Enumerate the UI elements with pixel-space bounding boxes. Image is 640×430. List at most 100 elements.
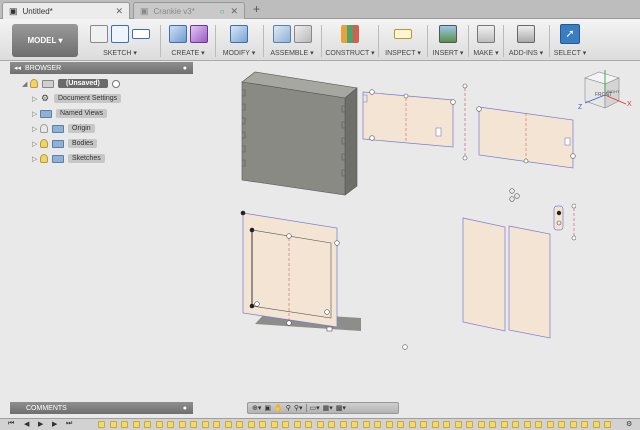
pin-icon[interactable]: ● — [183, 65, 187, 72]
box-icon[interactable] — [168, 25, 187, 43]
timeline-feature-icon[interactable] — [132, 421, 140, 428]
comments-panel-header[interactable]: COMMENTS ● — [10, 402, 193, 414]
timeline-feature-icon[interactable] — [121, 421, 128, 428]
timeline-feature-icon[interactable] — [305, 421, 312, 428]
timeline-end-icon[interactable]: ⏭ — [66, 420, 72, 428]
close-tab-icon[interactable]: ✕ — [115, 6, 123, 17]
timeline-feature-icon[interactable] — [546, 421, 554, 428]
zoom-icon[interactable]: ⚲ — [286, 404, 291, 412]
timeline-feature-icon[interactable] — [201, 421, 209, 428]
create-group[interactable]: CREATE ▾ — [163, 22, 213, 60]
timeline-feature-icon[interactable] — [224, 421, 232, 428]
timeline-feature-icon[interactable] — [167, 421, 174, 428]
timeline-start-icon[interactable]: ⏮ — [8, 420, 14, 428]
joint-icon[interactable] — [293, 25, 312, 43]
grid-settings-icon[interactable]: ▦▾ — [323, 404, 333, 412]
tree-item-named-views[interactable]: ▷ Named Views — [10, 106, 193, 121]
side-panel-top-right[interactable] — [476, 106, 576, 169]
offset-plane-icon[interactable] — [341, 25, 359, 43]
new-component-icon[interactable] — [272, 25, 291, 43]
assemble-group[interactable]: ASSEMBLE ▾ — [266, 22, 318, 60]
timeline-feature-icon[interactable] — [385, 421, 393, 428]
insert-image-icon[interactable] — [439, 25, 457, 43]
press-pull-icon[interactable] — [230, 25, 248, 43]
timeline-feature-icon[interactable] — [293, 421, 301, 428]
timeline-feature-icon[interactable] — [558, 421, 565, 428]
timeline-feature-icon[interactable] — [569, 421, 577, 428]
timeline-feature-icon[interactable] — [259, 421, 266, 428]
tree-item-document-settings[interactable]: ▷ ⚙ Document Settings — [10, 91, 193, 106]
visibility-bulb-icon[interactable] — [40, 124, 48, 133]
timeline-feature-icon[interactable] — [328, 421, 335, 428]
insert-group[interactable]: INSERT ▾ — [430, 22, 466, 60]
visibility-bulb-icon[interactable] — [40, 154, 48, 163]
timeline-feature-icon[interactable] — [213, 421, 220, 428]
timeline-feature-icon[interactable] — [581, 421, 588, 428]
tab-crankie[interactable]: ▣ Crankie v3* ○ ✕ — [133, 2, 245, 19]
fit-icon[interactable]: ⚲▾ — [294, 404, 303, 412]
timeline-feature-icon[interactable] — [98, 421, 105, 428]
visibility-bulb-icon[interactable] — [40, 139, 48, 148]
spline-icon[interactable] — [111, 25, 129, 43]
sketch-group[interactable]: SKETCH ▾ — [82, 22, 158, 60]
tall-panel-right[interactable] — [508, 225, 551, 339]
timeline-feature-icon[interactable] — [408, 421, 416, 428]
add-ins-group[interactable]: ADD-INS ▾ — [506, 22, 546, 60]
timeline-feature-icon[interactable] — [523, 421, 531, 428]
timeline-feature-icon[interactable] — [374, 421, 381, 428]
timeline-feature-icon[interactable] — [282, 421, 289, 428]
timeline-feature-icon[interactable] — [512, 421, 519, 428]
modify-group[interactable]: MODIFY ▾ — [218, 22, 260, 60]
tab-untitled[interactable]: ▣ Untitled* ✕ — [2, 2, 130, 19]
timeline-feature-icon[interactable] — [489, 421, 496, 428]
select-cursor-icon[interactable]: ➚ — [560, 24, 580, 44]
expand-arrow-icon[interactable]: ▷ — [32, 110, 40, 118]
construct-group[interactable]: CONSTRUCT ▾ — [324, 22, 376, 60]
timeline-feature-icon[interactable] — [604, 421, 611, 428]
visibility-bulb-icon[interactable] — [30, 79, 38, 88]
tree-root[interactable]: ◢ (Unsaved) — [10, 76, 193, 91]
select-group[interactable]: ➚ SELECT ▾ — [552, 22, 588, 60]
timeline-feature-icon[interactable] — [477, 421, 485, 428]
tree-item-sketches[interactable]: ▷ Sketches — [10, 151, 193, 166]
timeline-feature-icon[interactable] — [466, 421, 473, 428]
timeline-feature-icon[interactable] — [270, 421, 278, 428]
solid-box-body[interactable] — [241, 71, 358, 196]
make-group[interactable]: MAKE ▾ — [471, 22, 501, 60]
timeline-forward-icon[interactable]: ▶ — [52, 420, 57, 428]
timeline-feature-icon[interactable] — [454, 421, 462, 428]
timeline-feature-icon[interactable] — [431, 421, 439, 428]
pin-icon[interactable]: ● — [183, 405, 187, 412]
expand-arrow-icon[interactable]: ▷ — [32, 95, 40, 103]
small-part-a[interactable] — [553, 205, 564, 231]
scripts-icon[interactable] — [517, 25, 535, 43]
timeline-feature-icon[interactable] — [420, 421, 427, 428]
viewports-icon[interactable]: ▩▾ — [336, 404, 346, 412]
timeline-feature-icon[interactable] — [397, 421, 404, 428]
browser-panel-header[interactable]: ◂◂ BROWSER ● — [10, 62, 193, 74]
timeline-feature-icon[interactable] — [178, 421, 186, 428]
front-panel[interactable] — [240, 210, 361, 332]
form-icon[interactable] — [189, 25, 208, 43]
create-sketch-icon[interactable] — [90, 25, 108, 43]
timeline-feature-icon[interactable] — [339, 421, 347, 428]
look-at-icon[interactable]: ▣ — [264, 404, 271, 412]
3d-viewport[interactable] — [196, 62, 576, 400]
timeline-feature-icon[interactable] — [592, 421, 600, 428]
expand-arrow-icon[interactable]: ▷ — [32, 155, 40, 163]
inspect-group[interactable]: INSPECT ▾ — [381, 22, 425, 60]
tree-item-bodies[interactable]: ▷ Bodies — [10, 136, 193, 151]
loose-point[interactable] — [402, 344, 408, 350]
viewcube[interactable]: FRONT RIGHT X Z — [577, 62, 637, 118]
timeline-settings-icon[interactable]: ⚙ — [626, 420, 632, 428]
activate-radio[interactable] — [111, 79, 120, 88]
timeline-feature-icon[interactable] — [362, 421, 370, 428]
close-tab-icon[interactable]: ✕ — [230, 6, 238, 17]
3d-print-icon[interactable] — [477, 25, 495, 43]
timeline-feature-icon[interactable] — [316, 421, 324, 428]
expand-arrow-icon[interactable]: ▷ — [32, 140, 40, 148]
expand-arrow-icon[interactable]: ◢ — [22, 80, 30, 88]
new-tab-button[interactable]: + — [253, 2, 260, 16]
display-settings-icon[interactable]: ▭▾ — [310, 404, 320, 412]
timeline-feature-icon[interactable] — [443, 421, 450, 428]
